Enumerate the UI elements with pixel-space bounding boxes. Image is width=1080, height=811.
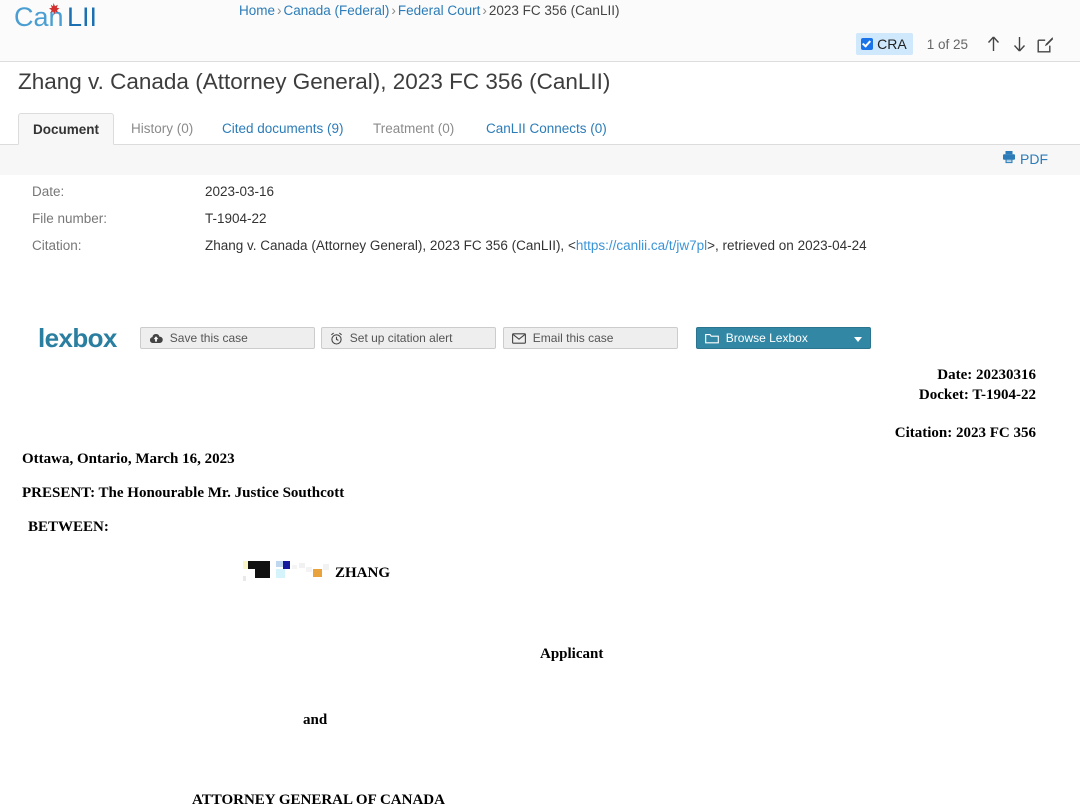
metadata-value: Zhang v. Canada (Attorney General), 2023…	[205, 236, 867, 255]
arrow-up-icon[interactable]	[980, 33, 1006, 55]
button-label: Set up citation alert	[349, 331, 453, 345]
document-search-nav: CRA 1 of 25	[856, 33, 1058, 55]
breadcrumb-item-canada-federal[interactable]: Canada (Federal)	[284, 3, 390, 18]
breadcrumb-item-home[interactable]: Home	[239, 3, 275, 18]
tab-treatment[interactable]: Treatment (0)	[359, 113, 468, 145]
breadcrumb-separator: ›	[391, 3, 396, 18]
redacted-name-block	[243, 561, 333, 583]
metadata-value: 2023-03-16	[205, 184, 275, 199]
envelope-icon	[511, 332, 526, 344]
metadata-value: T-1904-22	[205, 211, 267, 226]
pdf-label: PDF	[1020, 150, 1048, 167]
metadata-key: Date:	[32, 184, 65, 199]
document-present-judge: PRESENT: The Honourable Mr. Justice Sout…	[22, 485, 345, 501]
pdf-download-button[interactable]: PDF	[1002, 150, 1048, 167]
lexbox-toolbar: lexbox Save this case Set up citation al…	[38, 325, 877, 351]
button-label: Email this case	[532, 331, 614, 345]
breadcrumb-item-current: 2023 FC 356 (CanLII)	[488, 3, 620, 18]
citation-suffix: >, retrieved on 2023-04-24	[707, 238, 867, 253]
folder-icon	[704, 333, 719, 344]
metadata-row-citation: Citation: Zhang v. Canada (Attorney Gene…	[32, 236, 867, 255]
alarm-clock-icon	[330, 332, 343, 345]
document-between-label: BETWEEN:	[28, 519, 109, 535]
tab-document[interactable]: Document	[18, 113, 115, 145]
canlii-logo[interactable]: Can LII	[14, 1, 118, 33]
tab-history[interactable]: History (0)	[117, 113, 207, 145]
citation-prefix: Zhang v. Canada (Attorney General), 2023…	[205, 238, 576, 253]
tab-cited-documents[interactable]: Cited documents (9)	[208, 113, 358, 145]
metadata-key: Citation:	[32, 238, 82, 253]
document-and-connector: and	[303, 712, 328, 728]
document-date: Date: 20230316	[937, 367, 1036, 383]
document-header-block: Date: 20230316 Docket: T-1904-22 Citatio…	[895, 365, 1036, 443]
arrow-down-icon[interactable]	[1006, 33, 1032, 55]
search-term-highlight[interactable]: CRA	[856, 33, 913, 55]
search-result-counter: 1 of 25	[926, 36, 968, 52]
save-this-case-button[interactable]: Save this case	[139, 327, 315, 349]
metadata-key: File number:	[32, 211, 108, 226]
printer-icon	[1002, 150, 1016, 167]
breadcrumb-separator: ›	[482, 3, 487, 18]
set-up-citation-alert-button[interactable]: Set up citation alert	[320, 327, 496, 349]
email-this-case-button[interactable]: Email this case	[502, 327, 678, 349]
pdf-toolbar: PDF	[0, 145, 1080, 175]
site-header: Can LII Home › Canada (Federal) › Federal Co…	[0, 0, 1080, 62]
metadata-row-file-number: File number: T-1904-22	[32, 209, 867, 228]
breadcrumb-item-federal-court[interactable]: Federal Court	[398, 3, 481, 18]
checkbox-checked-icon[interactable]	[861, 38, 874, 50]
button-label: Browse Lexbox	[725, 331, 808, 345]
cloud-upload-icon	[149, 333, 163, 344]
page-title: Zhang v. Canada (Attorney General), 2023…	[18, 69, 611, 94]
document-docket: Docket: T-1904-22	[918, 387, 1036, 403]
document-respondent-name: ATTORNEY GENERAL OF CANADA	[192, 792, 445, 808]
svg-text:LII: LII	[67, 2, 97, 32]
document-citation: Citation: 2023 FC 356	[894, 425, 1036, 441]
search-term-label: CRA	[877, 36, 907, 52]
case-metadata: Date: 2023-03-16 File number: T-1904-22 …	[32, 182, 867, 263]
breadcrumb: Home › Canada (Federal) › Federal Court › 2023…	[239, 2, 619, 20]
document-applicant-label: Applicant	[540, 646, 604, 662]
button-label: Save this case	[169, 331, 248, 345]
citation-url-link[interactable]: https://canlii.ca/t/jw7pl	[576, 238, 707, 253]
document-tabs: Document History (0) Cited documents (9)…	[0, 113, 1080, 145]
document-applicant-name: ZHANG	[335, 565, 391, 581]
browse-lexbox-button[interactable]: Browse Lexbox	[695, 327, 871, 349]
lexbox-logo: lexbox	[38, 323, 117, 353]
breadcrumb-separator: ›	[277, 3, 282, 18]
tab-canlii-connects[interactable]: CanLII Connects (0)	[472, 113, 621, 145]
document-place-date: Ottawa, Ontario, March 16, 2023	[22, 451, 235, 467]
metadata-row-date: Date: 2023-03-16	[32, 182, 867, 201]
chevron-down-icon[interactable]	[853, 337, 862, 342]
edit-pencil-icon[interactable]	[1032, 33, 1058, 55]
